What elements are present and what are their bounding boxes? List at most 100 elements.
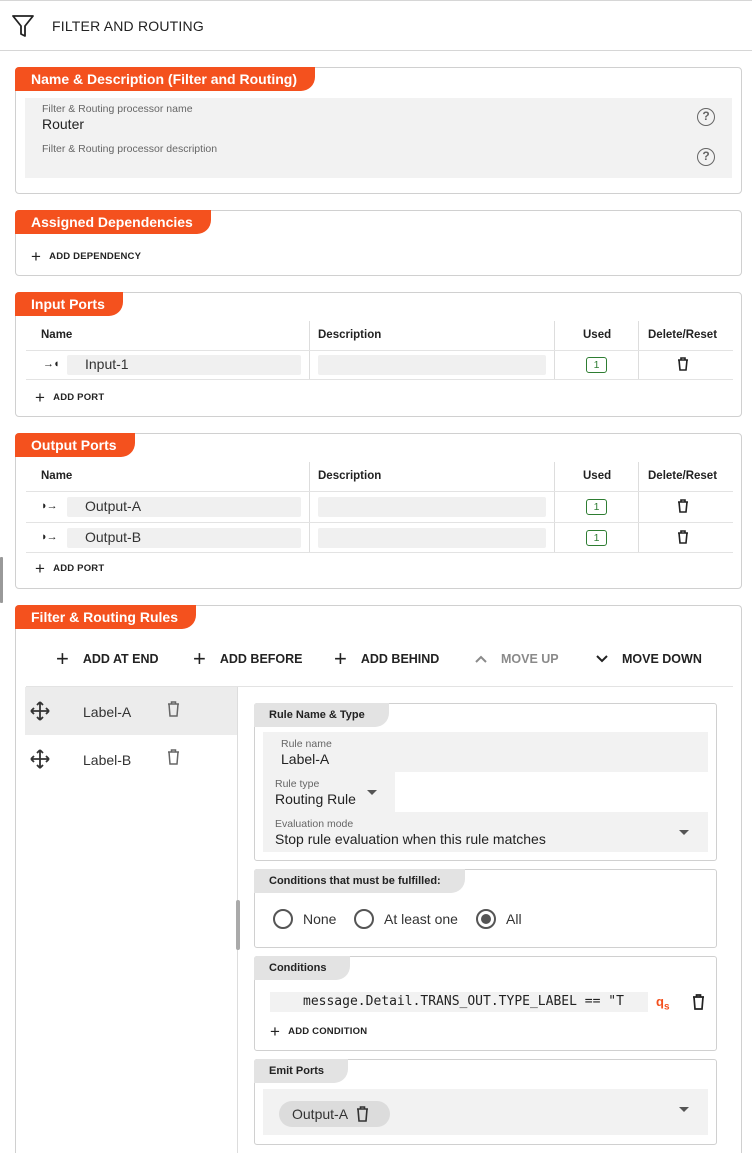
name-field[interactable]: Filter & Routing processor name Router ? — [25, 98, 732, 138]
name-field-value: Router — [42, 116, 85, 132]
section-tag: Name & Description (Filter and Routing) — [15, 67, 316, 91]
used-count-badge: 1 — [586, 530, 607, 546]
add-port-label: ADD PORT — [53, 563, 105, 574]
subsection-tag: Rule Name & Type — [254, 703, 389, 727]
add-port-button[interactable]: + ADD PORT — [35, 389, 105, 406]
port-name-input[interactable]: Input-1 — [67, 355, 301, 375]
section-tag: Input Ports — [15, 292, 123, 316]
drag-move-icon[interactable] — [29, 700, 51, 722]
column-description: Description — [318, 470, 382, 482]
subsection-tag: Emit Ports — [254, 1059, 349, 1083]
radio-button[interactable] — [273, 909, 293, 929]
add-condition-button[interactable]: + ADD CONDITION — [270, 1021, 368, 1041]
column-used: Used — [583, 329, 612, 341]
name-description-panel: Name & Description (Filter and Routing) … — [15, 67, 742, 194]
rules-toolbar: + ADD AT END + ADD BEFORE + ADD BEHIND M… — [16, 646, 743, 672]
help-icon[interactable]: ? — [697, 108, 715, 126]
column-delete-reset: Delete/Reset — [648, 329, 718, 341]
move-down-label: MOVE DOWN — [622, 652, 702, 666]
used-count-badge: 1 — [586, 499, 607, 515]
trash-icon[interactable] — [167, 749, 180, 765]
description-field[interactable]: Filter & Routing processor description ? — [25, 138, 732, 178]
section-tag: Output Ports — [15, 433, 135, 457]
rule-list: Label-A Label-B — [25, 687, 238, 1153]
rule-type-select[interactable]: Rule type Routing Rule — [263, 772, 395, 812]
table-row: →◖ Input-1 1 — [16, 351, 743, 379]
description-field-label: Filter & Routing processor description — [42, 143, 218, 155]
add-at-end-button[interactable]: + ADD AT END — [56, 648, 159, 670]
add-dependency-button[interactable]: + ADD DEPENDENCY — [31, 246, 142, 266]
trash-icon[interactable] — [677, 530, 689, 544]
radio-button[interactable] — [476, 909, 496, 929]
add-before-button[interactable]: + ADD BEFORE — [193, 646, 303, 671]
emit-ports-select[interactable]: Output-A — [263, 1089, 708, 1135]
port-name-input[interactable]: Output-A — [67, 497, 301, 517]
caret-down-icon — [367, 790, 377, 795]
emit-port-chip[interactable]: Output-A — [279, 1101, 390, 1127]
trash-icon[interactable] — [677, 357, 689, 371]
output-port-icon: ◗→ — [41, 531, 58, 543]
add-port-button[interactable]: + ADD PORT — [35, 558, 105, 578]
radio-all[interactable]: All — [476, 909, 536, 931]
name-field-label: Filter & Routing processor name — [42, 103, 193, 115]
condition-expression-field[interactable]: message.Detail.TRANS_OUT.TYPE_LABEL == "… — [270, 992, 648, 1012]
add-at-end-label: ADD AT END — [82, 652, 159, 666]
column-name: Name — [41, 329, 73, 341]
move-up-button[interactable]: MOVE UP — [475, 652, 559, 666]
input-ports-panel: Input Ports Name Description Used Delete… — [15, 292, 742, 417]
move-up-label: MOVE UP — [501, 652, 559, 666]
resize-handle[interactable] — [0, 557, 3, 603]
radio-label: All — [506, 911, 522, 927]
add-behind-button[interactable]: + ADD BEHIND — [334, 648, 439, 670]
rule-name-type-panel: Rule Name & Type Rule name Label-A Rule … — [254, 703, 717, 861]
move-down-button[interactable]: MOVE DOWN — [596, 652, 702, 666]
used-count-badge: 1 — [586, 357, 607, 373]
rule-label: Label-B — [83, 752, 132, 768]
port-name-input[interactable]: Output-B — [67, 528, 301, 548]
column-name: Name — [41, 470, 73, 482]
rule-list-item[interactable]: Label-B — [25, 735, 237, 783]
page-title: FILTER AND ROUTING — [52, 18, 204, 34]
trash-icon[interactable] — [356, 1106, 369, 1122]
radio-label: At least one — [384, 911, 458, 927]
add-port-label: ADD PORT — [53, 392, 105, 403]
subsection-tag: Conditions that must be fulfilled: — [254, 869, 465, 893]
rule-list-item[interactable]: Label-A — [25, 687, 237, 735]
rule-name-field[interactable]: Rule name Label-A — [263, 732, 708, 772]
column-description: Description — [318, 329, 382, 341]
table-row: ◗→ Output-A 1 — [16, 492, 743, 522]
condition-mode-panel: Conditions that must be fulfilled: None … — [254, 869, 717, 948]
trash-icon[interactable] — [677, 499, 689, 513]
help-icon[interactable]: ? — [697, 148, 715, 166]
radio-none[interactable]: None — [273, 909, 363, 931]
caret-down-icon — [679, 1107, 689, 1112]
rule-type-value: Routing Rule — [275, 791, 356, 807]
port-description-input[interactable] — [318, 355, 546, 375]
plus-icon: + — [31, 246, 42, 266]
add-condition-label: ADD CONDITION — [288, 1026, 368, 1037]
radio-at-least-one[interactable]: At least one — [354, 909, 474, 931]
add-before-label: ADD BEFORE — [219, 652, 303, 666]
caret-down-icon — [679, 830, 689, 835]
subsection-tag: Conditions — [254, 956, 351, 980]
rule-name-value: Label-A — [281, 751, 330, 767]
plus-icon: + — [35, 558, 46, 578]
trash-icon[interactable] — [167, 701, 180, 717]
port-description-input[interactable] — [318, 497, 546, 517]
add-dependency-label: ADD DEPENDENCY — [49, 251, 142, 262]
radio-button[interactable] — [354, 909, 374, 929]
radio-label: None — [303, 911, 337, 927]
evaluation-mode-select[interactable]: Evaluation mode Stop rule evaluation whe… — [263, 812, 708, 852]
trash-icon[interactable] — [692, 994, 705, 1010]
query-script-icon[interactable]: qs — [656, 994, 670, 1013]
drag-move-icon[interactable] — [29, 748, 51, 770]
app-header: FILTER AND ROUTING — [0, 0, 752, 51]
evaluation-mode-label: Evaluation mode — [275, 818, 354, 830]
port-description-input[interactable] — [318, 528, 546, 548]
rule-name-label: Rule name — [281, 738, 332, 750]
plus-icon: + — [193, 646, 206, 671]
input-port-icon: →◖ — [43, 358, 60, 370]
emit-ports-panel: Emit Ports Output-A — [254, 1059, 717, 1145]
splitter-handle[interactable] — [236, 900, 240, 950]
plus-icon: + — [270, 1021, 281, 1041]
